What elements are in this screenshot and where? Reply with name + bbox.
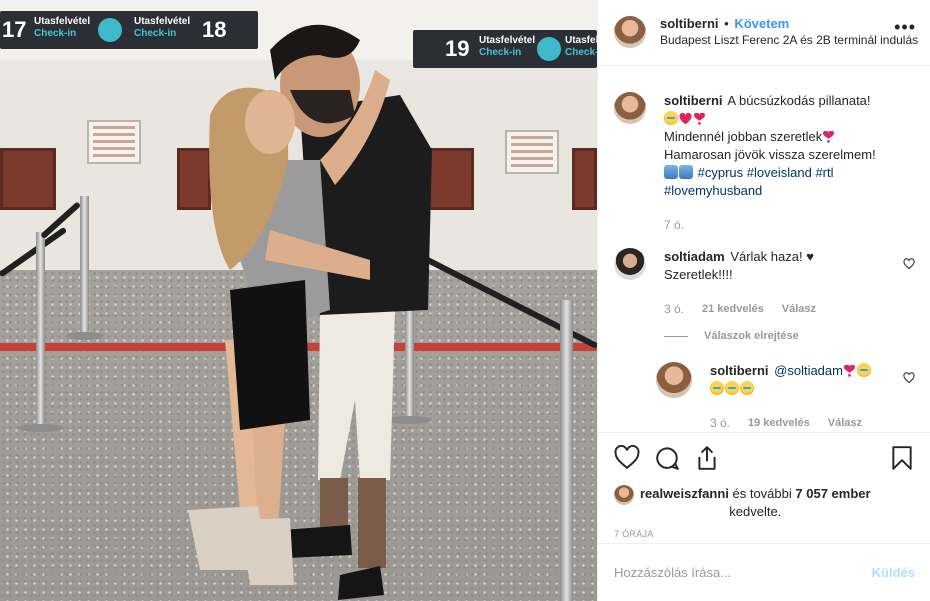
hashtag-link[interactable]: #cyprus — [698, 165, 744, 180]
caption-avatar[interactable] — [614, 92, 646, 124]
more-options-icon[interactable]: ••• — [894, 18, 916, 36]
reply-avatar[interactable] — [656, 362, 692, 398]
comment-reply-button[interactable]: Válasz — [782, 300, 816, 318]
comment-meta: 3 ó. 21 kedvelés Válasz — [664, 300, 816, 318]
reply-meta: 3 ó. 19 kedvelés Válasz — [710, 414, 872, 432]
instagram-post-modal: 17 Utasfelvétel Check-in Utasfelvétel Ch… — [0, 0, 930, 601]
likes-count[interactable]: 7 057 ember — [795, 486, 870, 501]
heart-exclamation-icon — [822, 131, 835, 143]
author-username[interactable]: soltiberni — [660, 16, 719, 31]
liker-avatar[interactable] — [614, 485, 634, 505]
hashtag-link[interactable]: #lovemyhusband — [664, 183, 762, 198]
author-avatar[interactable] — [614, 16, 646, 48]
couple-icon — [664, 165, 678, 179]
comment-username[interactable]: soltiadam — [664, 249, 725, 264]
plane-icon — [98, 18, 122, 42]
post-comment-button[interactable]: Küldés — [872, 565, 915, 580]
plane-icon — [537, 37, 561, 61]
comment-text: Várlak haza! — [730, 249, 803, 264]
like-comment-icon[interactable] — [903, 258, 915, 270]
save-bookmark-icon[interactable] — [889, 445, 915, 471]
crying-face-icon — [725, 381, 739, 395]
add-comment-bar: Küldés — [598, 543, 930, 601]
caption-body: soltiberni A búcsúzkodás pillanata! Mind… — [664, 92, 876, 234]
likes-middle: és további — [732, 486, 792, 501]
comment-time[interactable]: 3 ó. — [664, 300, 684, 318]
caption-time[interactable]: 7 ó. — [664, 216, 684, 234]
checkin-counter — [572, 148, 597, 210]
barrier-base — [66, 332, 104, 340]
barrier-base — [18, 424, 64, 432]
mention-link[interactable]: @soltiadam — [774, 363, 843, 378]
reply-time[interactable]: 3 ó. — [710, 414, 730, 432]
heart-exclamation-icon — [693, 113, 706, 125]
comment-text-line2: Szeretlek!!!! — [664, 267, 733, 282]
caption-line3: Hamarosan jövök vissza szerelmem! — [664, 147, 876, 162]
heart-exclamation-icon — [843, 365, 856, 377]
reply-username[interactable]: soltiberni — [710, 363, 769, 378]
location-link[interactable]: Budapest Liszt Ferenc 2A és 2B terminál … — [660, 32, 918, 48]
comment-item: soltiadam Várlak haza! ♥ Szeretlek!!!! 3… — [614, 248, 915, 318]
sign-text: Utasfelvétel Check-in — [34, 16, 91, 39]
action-icons — [614, 443, 915, 473]
likes-text: realweiszfanni és további 7 057 ember ke… — [640, 485, 871, 521]
hashtag-link[interactable]: #rtl — [815, 165, 833, 180]
post-header: soltiberni • Követem Budapest Liszt Fere… — [598, 0, 930, 66]
reply-body: soltiberni @soltiadam 3 ó. 19 kedvelés V… — [710, 362, 872, 432]
post-actions: realweiszfanni és további 7 057 ember ke… — [598, 432, 930, 539]
likes-suffix: kedvelte. — [729, 504, 782, 519]
hide-replies-label: Válaszok elrejtése — [704, 330, 799, 342]
caption-username[interactable]: soltiberni — [664, 93, 723, 108]
comment-input[interactable] — [614, 565, 872, 580]
kissing-couple — [188, 24, 432, 600]
barrier-post — [80, 196, 89, 336]
comment-bubble-icon[interactable] — [654, 445, 680, 471]
reply-item: soltiberni @soltiadam 3 ó. 19 kedvelés V… — [656, 362, 915, 432]
hide-replies-button[interactable]: Válaszok elrejtése — [664, 330, 915, 342]
post-timestamp[interactable]: 7 ÓRÁJA — [614, 529, 915, 539]
comment-body: soltiadam Várlak haza! ♥ Szeretlek!!!! 3… — [664, 248, 816, 318]
hashtag-link[interactable]: #loveisland — [747, 165, 812, 180]
barrier-post — [36, 232, 45, 428]
header-text: soltiberni • Követem Budapest Liszt Fere… — [660, 16, 918, 48]
caption-meta: 7 ó. — [664, 216, 876, 234]
heart-icon — [679, 113, 692, 125]
caption-line1: A búcsúzkodás pillanata! — [727, 93, 871, 108]
separator-dot: • — [724, 16, 729, 31]
crying-face-icon — [740, 381, 754, 395]
wall-poster — [87, 120, 141, 164]
sign-number: 17 — [2, 17, 27, 42]
comments-list[interactable]: soltiberni A búcsúzkodás pillanata! Mind… — [598, 66, 930, 432]
comment-likes[interactable]: 21 kedvelés — [702, 300, 764, 318]
liker-username[interactable]: realweiszfanni — [640, 486, 729, 501]
crying-face-icon — [856, 363, 871, 377]
header-line: soltiberni • Követem — [660, 16, 918, 32]
commenter-avatar[interactable] — [614, 248, 646, 280]
like-comment-icon[interactable] — [903, 372, 915, 384]
caption-line2: Mindennél jobban szeretlek — [664, 129, 823, 144]
checkin-counter — [0, 148, 56, 210]
reply-reply-button[interactable]: Válasz — [828, 414, 862, 432]
crying-face-icon — [664, 111, 678, 125]
black-heart-icon: ♥ — [806, 249, 814, 264]
crying-face-icon — [710, 381, 724, 395]
post-photo[interactable]: 17 Utasfelvétel Check-in Utasfelvétel Ch… — [0, 0, 597, 601]
sign-text: Utasfelvétel Check-in — [479, 35, 536, 58]
reply-likes[interactable]: 19 kedvelés — [748, 414, 810, 432]
couple-icon — [679, 165, 693, 179]
post-side-panel: soltiberni • Követem Budapest Liszt Fere… — [597, 0, 930, 601]
sign-text: Utasfelvétel Check-in — [565, 35, 597, 58]
wall-poster — [505, 130, 559, 174]
barrier-post — [560, 300, 573, 601]
following-button[interactable]: Követem — [734, 16, 789, 31]
replies-line — [664, 335, 688, 337]
like-heart-icon[interactable] — [614, 445, 640, 471]
post-caption: soltiberni A búcsúzkodás pillanata! Mind… — [614, 92, 915, 234]
likes-summary: realweiszfanni és további 7 057 ember ke… — [614, 485, 915, 521]
share-icon[interactable] — [694, 445, 720, 471]
